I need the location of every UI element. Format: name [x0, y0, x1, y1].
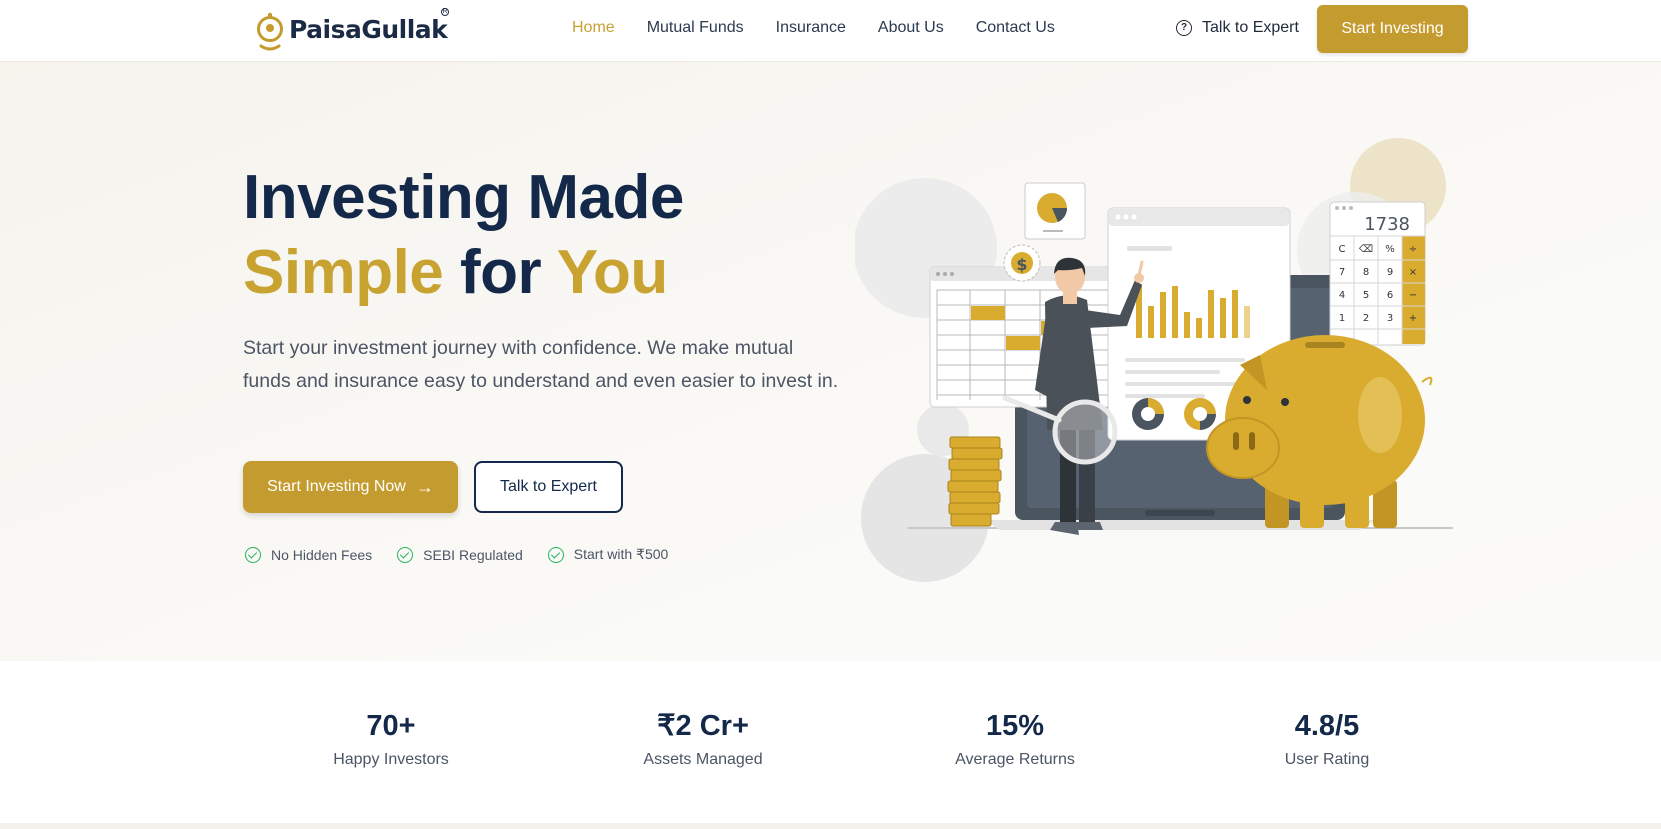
- feature-label: Start with ₹500: [573, 546, 669, 562]
- logo-text: PaisaGullak: [289, 14, 448, 44]
- calc-key: 3: [1387, 313, 1393, 324]
- nav-link-home[interactable]: Home: [572, 19, 615, 37]
- calc-key: −: [1409, 290, 1417, 301]
- dollar-coin-icon: $: [1003, 244, 1041, 282]
- start-investing-now-label: Start Investing Now: [267, 478, 406, 495]
- feature-label: SEBI Regulated: [423, 546, 523, 563]
- calc-key: 8: [1363, 267, 1369, 278]
- stat-label: Average Returns: [955, 751, 1075, 768]
- stat-label: Happy Investors: [333, 751, 449, 768]
- hero-title: Investing Made Simple for You: [243, 160, 684, 310]
- stats-section: 70+ Happy Investors ₹2 Cr+ Assets Manage…: [0, 661, 1661, 823]
- stat-item: 15% Average Returns: [895, 709, 1135, 769]
- stat-label: Assets Managed: [643, 751, 763, 768]
- calc-key: ⌫: [1359, 244, 1373, 255]
- next-section-edge: [0, 823, 1661, 829]
- check-circle-icon: [245, 546, 261, 563]
- talk-to-expert-link[interactable]: ? Talk to Expert: [1176, 19, 1299, 37]
- hero-subtitle: Start your investment journey with confi…: [243, 337, 839, 392]
- stat-value: 70+: [366, 710, 416, 742]
- coin-stack: [947, 436, 1003, 527]
- stat-item: 4.8/5 User Rating: [1207, 709, 1447, 769]
- talk-to-expert-button[interactable]: Talk to Expert: [474, 461, 623, 513]
- calc-key: ×: [1409, 267, 1417, 278]
- hero-illustration: $ 1738 C ⌫ % ÷ 7 8 9 × 4 5 6 − 1 2 3 +: [855, 138, 1453, 582]
- piggy-logo-icon: [257, 12, 283, 51]
- logo[interactable]: PaisaGullak R: [255, 6, 449, 52]
- hero-title-line1: Investing Made: [243, 163, 684, 232]
- feature-item: SEBI Regulated: [397, 546, 523, 563]
- stat-label: User Rating: [1284, 751, 1370, 768]
- check-circle-icon: [397, 546, 414, 563]
- feature-label: No Hidden Fees: [271, 546, 373, 563]
- start-investing-button[interactable]: Start Investing: [1317, 5, 1468, 53]
- calc-key: 5: [1363, 290, 1369, 301]
- calc-key: ÷: [1409, 244, 1417, 255]
- hero-title-for: for: [443, 238, 557, 307]
- check-circle-icon: [547, 546, 564, 563]
- calc-key: %: [1385, 244, 1395, 255]
- stat-value: 4.8/5: [1294, 710, 1360, 742]
- calc-key: 2: [1363, 313, 1369, 324]
- question-circle-icon: ?: [1176, 20, 1192, 36]
- pie-chart-card: [1024, 182, 1086, 240]
- calculator-display: 1738: [1364, 214, 1410, 235]
- stat-item: 70+ Happy Investors: [271, 709, 511, 769]
- calculator: 1738 C ⌫ % ÷ 7 8 9 × 4 5 6 − 1 2 3 +: [1329, 201, 1426, 346]
- feature-item: Start with ₹500: [547, 546, 669, 563]
- calc-key: +: [1409, 313, 1417, 324]
- nav-link-mutual-funds[interactable]: Mutual Funds: [647, 19, 744, 37]
- nav-link-insurance[interactable]: Insurance: [776, 19, 846, 37]
- calc-key: 6: [1387, 290, 1393, 301]
- stat-value: ₹2 Cr+: [657, 710, 749, 742]
- arrow-right-icon: →: [415, 476, 434, 497]
- stat-value: 15%: [985, 710, 1045, 742]
- navbar: PaisaGullak R Home Mutual Funds Insuranc…: [0, 0, 1661, 62]
- start-investing-now-button[interactable]: Start Investing Now →: [243, 461, 458, 513]
- nav-link-contact-us[interactable]: Contact Us: [976, 19, 1055, 37]
- hero-title-simple: Simple: [243, 238, 444, 307]
- hero-title-you: You: [556, 238, 669, 307]
- calc-key: 4: [1339, 290, 1345, 301]
- calc-key: C: [1339, 244, 1346, 255]
- feature-item: No Hidden Fees: [245, 546, 372, 563]
- feature-list: No Hidden Fees SEBI Regulated Start with…: [245, 546, 693, 563]
- nav-links: Home Mutual Funds Insurance About Us Con…: [572, 19, 1087, 37]
- calc-key: 7: [1339, 267, 1345, 278]
- coin-symbol: $: [1016, 255, 1027, 274]
- calc-key: 9: [1387, 267, 1393, 278]
- magnifier-icon: [1052, 399, 1118, 465]
- stat-item: ₹2 Cr+ Assets Managed: [583, 709, 823, 769]
- nav-link-about-us[interactable]: About Us: [878, 19, 944, 37]
- registered-mark: R: [441, 8, 449, 16]
- talk-to-expert-label: Talk to Expert: [1202, 19, 1299, 36]
- calc-key: 1: [1339, 313, 1345, 324]
